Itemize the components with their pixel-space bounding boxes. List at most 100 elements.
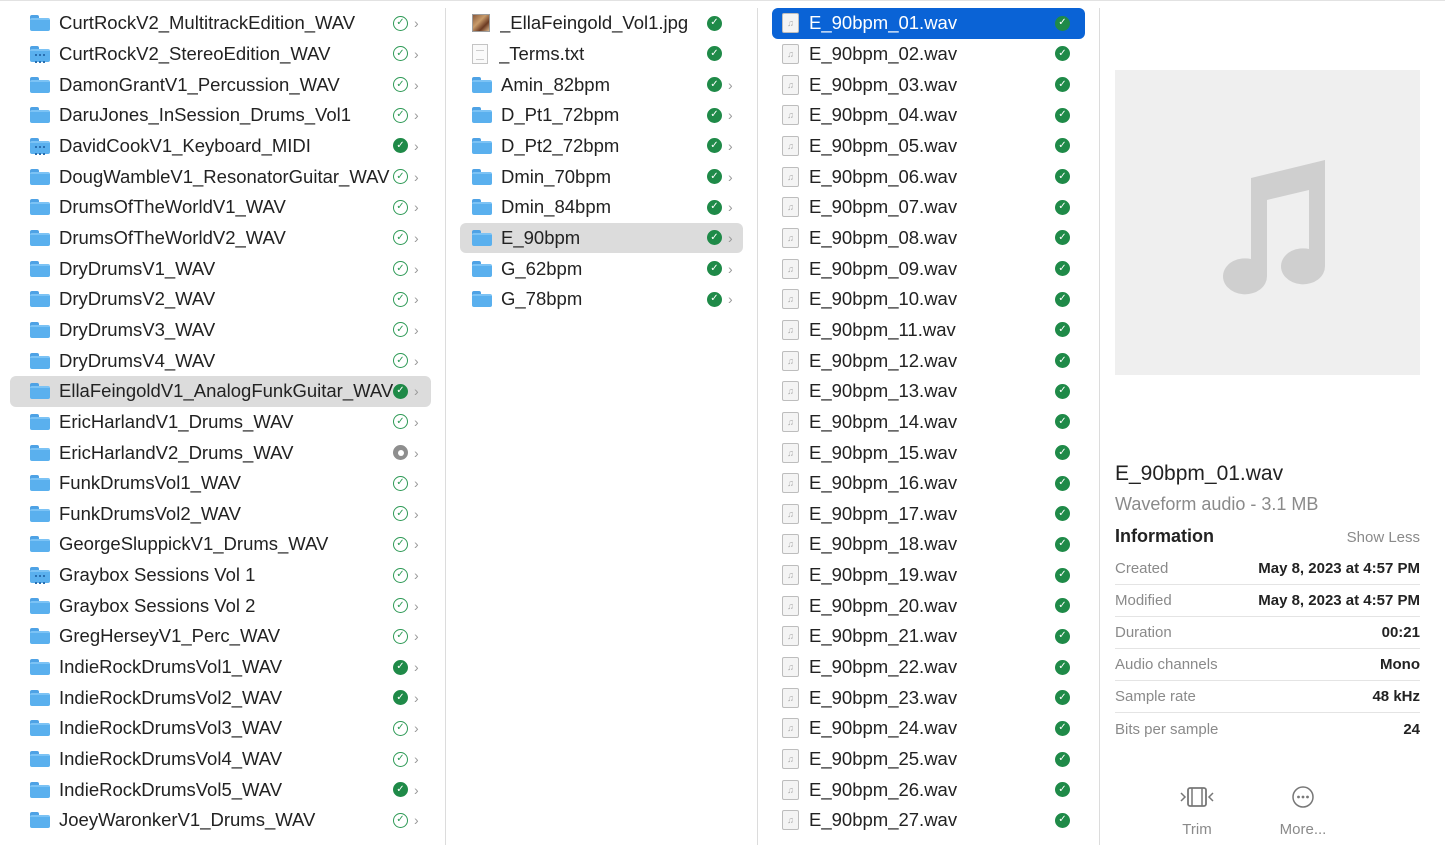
audio-file-row[interactable]: ♫ E_90bpm_17.wav ✓ — [772, 499, 1085, 530]
folder-row[interactable]: CurtRockV2_MultitrackEdition_WAV ✓ › — [10, 8, 431, 39]
folder-row[interactable]: Graybox Sessions Vol 1 ✓ › — [10, 560, 431, 591]
audio-file-row[interactable]: ♫ E_90bpm_23.wav ✓ — [772, 682, 1085, 713]
synced-check-icon: ✓ — [1055, 353, 1070, 369]
trim-button[interactable]: Trim — [1170, 783, 1224, 838]
audio-file-row[interactable]: ♫ E_90bpm_24.wav ✓ — [772, 713, 1085, 744]
folder-row[interactable]: JoeyWaronkerV1_Drums_WAV ✓ › — [10, 805, 431, 836]
folder-row[interactable]: IndieRockDrumsVol4_WAV ✓ › — [10, 744, 431, 775]
audio-file-row[interactable]: ♫ E_90bpm_25.wav ✓ — [772, 744, 1085, 775]
folder-row[interactable]: DamonGrantV1_Percussion_WAV ✓ › — [10, 69, 431, 100]
folder-row[interactable]: DryDrumsV4_WAV ✓ › — [10, 345, 431, 376]
audio-file-row[interactable]: ♫ E_90bpm_21.wav ✓ — [772, 621, 1085, 652]
synced-check-icon: ✓ — [393, 199, 408, 215]
audio-file-row[interactable]: ♫ E_90bpm_20.wav ✓ — [772, 590, 1085, 621]
audio-file-row[interactable]: ♫ E_90bpm_11.wav ✓ — [772, 315, 1085, 346]
audio-file-icon: ♫ — [782, 319, 799, 340]
folder-row[interactable]: Amin_82bpm ✓ › — [460, 69, 743, 100]
folder-icon — [472, 291, 492, 308]
folder-row[interactable]: DrumsOfTheWorldV2_WAV ✓ › — [10, 223, 431, 254]
column-audio-files[interactable]: ♫ E_90bpm_01.wav ✓ ♫ E_90bpm_02.wav ✓ ♫ E_90bpm… — [758, 8, 1100, 845]
audio-file-row[interactable]: ♫ E_90bpm_06.wav ✓ — [772, 161, 1085, 192]
preview-pane: E_90bpm_01.wav Waveform audio - 3.1 MB I… — [1100, 8, 1445, 845]
audio-file-row[interactable]: ♫ E_90bpm_09.wav ✓ — [772, 253, 1085, 284]
more-button[interactable]: More... — [1276, 783, 1330, 838]
synced-check-icon: ✓ — [393, 751, 408, 767]
audio-file-row[interactable]: ♫ E_90bpm_12.wav ✓ — [772, 345, 1085, 376]
show-less-button[interactable]: Show Less — [1347, 529, 1420, 546]
folder-row[interactable]: Dmin_70bpm ✓ › — [460, 161, 743, 192]
item-label: E_90bpm_05.wav — [809, 134, 958, 156]
audio-file-row[interactable]: ♫ E_90bpm_13.wav ✓ — [772, 376, 1085, 407]
audio-file-row[interactable]: ♫ E_90bpm_04.wav ✓ — [772, 100, 1085, 131]
folder-row[interactable]: EllaFeingoldV1_AnalogFunkGuitar_WAV ✓ › — [10, 375, 431, 407]
folder-row[interactable]: DrumsOfTheWorldV1_WAV ✓ › — [10, 192, 431, 223]
folder-row[interactable]: DryDrumsV1_WAV ✓ › — [10, 253, 431, 284]
chevron-right-icon: › — [414, 107, 419, 124]
folder-row[interactable]: IndieRockDrumsVol3_WAV ✓ › — [10, 713, 431, 744]
folder-row[interactable]: GregHerseyV1_Perc_WAV ✓ › — [10, 621, 431, 652]
audio-file-row[interactable]: ♫ E_90bpm_01.wav ✓ — [772, 8, 1085, 39]
chevron-right-icon: › — [414, 751, 419, 768]
synced-check-icon: ✓ — [707, 107, 722, 123]
file-row[interactable]: _Terms.txt ✓ — [460, 39, 743, 70]
item-label: E_90bpm_09.wav — [809, 257, 958, 279]
folder-row[interactable]: IndieRockDrumsVol5_WAV ✓ › — [10, 774, 431, 805]
item-label: E_90bpm_24.wav — [809, 717, 958, 739]
folder-row[interactable]: FunkDrumsVol1_WAV ✓ › — [10, 468, 431, 499]
synced-check-icon: ✓ — [1055, 291, 1070, 307]
info-row: Created May 8, 2023 at 4:57 PM — [1115, 553, 1420, 585]
item-label: IndieRockDrumsVol2_WAV — [59, 686, 283, 708]
folder-icon — [30, 628, 50, 645]
folder-row[interactable]: EricHarlandV1_Drums_WAV ✓ › — [10, 407, 431, 438]
audio-file-row[interactable]: ♫ E_90bpm_14.wav ✓ — [772, 407, 1085, 438]
audio-file-row[interactable]: ♫ E_90bpm_27.wav ✓ — [772, 805, 1085, 836]
folder-row[interactable]: E_90bpm ✓ › — [460, 222, 743, 254]
audio-file-row[interactable]: ♫ E_90bpm_07.wav ✓ — [772, 192, 1085, 223]
item-label: E_90bpm_11.wav — [809, 318, 956, 340]
folder-icon — [30, 720, 50, 737]
folder-row[interactable]: CurtRockV2_StereoEdition_WAV ✓ › — [10, 39, 431, 70]
library-folder-list: CurtRockV2_MultitrackEdition_WAV ✓ › CurtRo… — [0, 8, 445, 836]
folder-row[interactable]: IndieRockDrumsVol2_WAV ✓ › — [10, 682, 431, 713]
info-key: Bits per sample — [1115, 720, 1219, 738]
audio-file-row[interactable]: ♫ E_90bpm_18.wav ✓ — [772, 529, 1085, 560]
folder-row[interactable]: DryDrumsV3_WAV ✓ › — [10, 315, 431, 346]
folder-row[interactable]: GeorgeSluppickV1_Drums_WAV ✓ › — [10, 529, 431, 560]
audio-file-row[interactable]: ♫ E_90bpm_05.wav ✓ — [772, 131, 1085, 162]
folder-row[interactable]: Graybox Sessions Vol 2 ✓ › — [10, 590, 431, 621]
folder-row[interactable]: EricHarlandV2_Drums_WAV › — [10, 437, 431, 468]
item-label: E_90bpm_02.wav — [809, 42, 958, 64]
item-label: E_90bpm_03.wav — [809, 73, 958, 95]
audio-file-row[interactable]: ♫ E_90bpm_03.wav ✓ — [772, 69, 1085, 100]
folder-row[interactable]: Dmin_84bpm ✓ › — [460, 192, 743, 223]
audio-file-row[interactable]: ♫ E_90bpm_02.wav ✓ — [772, 39, 1085, 70]
file-row[interactable]: _EllaFeingold_Vol1.jpg ✓ — [460, 8, 743, 39]
column-library-contents[interactable]: _EllaFeingold_Vol1.jpg ✓ _Terms.txt ✓ Amin_8… — [446, 8, 758, 845]
folder-row[interactable]: DaruJones_InSession_Drums_Vol1 ✓ › — [10, 100, 431, 131]
item-label: E_90bpm_21.wav — [809, 625, 958, 647]
chevron-right-icon: › — [414, 628, 419, 645]
audio-file-row[interactable]: ♫ E_90bpm_26.wav ✓ — [772, 774, 1085, 805]
more-icon — [1291, 783, 1315, 811]
folder-row[interactable]: DryDrumsV2_WAV ✓ › — [10, 284, 431, 315]
folder-row[interactable]: DougWambleV1_ResonatorGuitar_WAV ✓ › — [10, 161, 431, 192]
folder-row[interactable]: D_Pt1_72bpm ✓ › — [460, 100, 743, 131]
folder-row[interactable]: FunkDrumsVol2_WAV ✓ › — [10, 499, 431, 530]
folder-row[interactable]: G_78bpm ✓ › — [460, 284, 743, 315]
column-libraries[interactable]: CurtRockV2_MultitrackEdition_WAV ✓ › CurtRo… — [0, 8, 446, 845]
synced-check-icon: ✓ — [707, 261, 722, 277]
audio-file-row[interactable]: ♫ E_90bpm_22.wav ✓ — [772, 652, 1085, 683]
synced-check-icon: ✓ — [1055, 261, 1070, 277]
folder-row[interactable]: D_Pt2_72bpm ✓ › — [460, 131, 743, 162]
chevron-right-icon: › — [728, 137, 733, 154]
folder-row[interactable]: G_62bpm ✓ › — [460, 253, 743, 284]
audio-file-row[interactable]: ♫ E_90bpm_16.wav ✓ — [772, 468, 1085, 499]
folder-row[interactable]: DavidCookV1_Keyboard_MIDI ✓ › — [10, 131, 431, 162]
audio-file-row[interactable]: ♫ E_90bpm_10.wav ✓ — [772, 284, 1085, 315]
synced-check-icon: ✓ — [707, 199, 722, 215]
audio-file-row[interactable]: ♫ E_90bpm_19.wav ✓ — [772, 560, 1085, 591]
audio-file-row[interactable]: ♫ E_90bpm_08.wav ✓ — [772, 223, 1085, 254]
folder-row[interactable]: IndieRockDrumsVol1_WAV ✓ › — [10, 652, 431, 683]
folder-icon — [472, 168, 492, 185]
audio-file-row[interactable]: ♫ E_90bpm_15.wav ✓ — [772, 437, 1085, 468]
